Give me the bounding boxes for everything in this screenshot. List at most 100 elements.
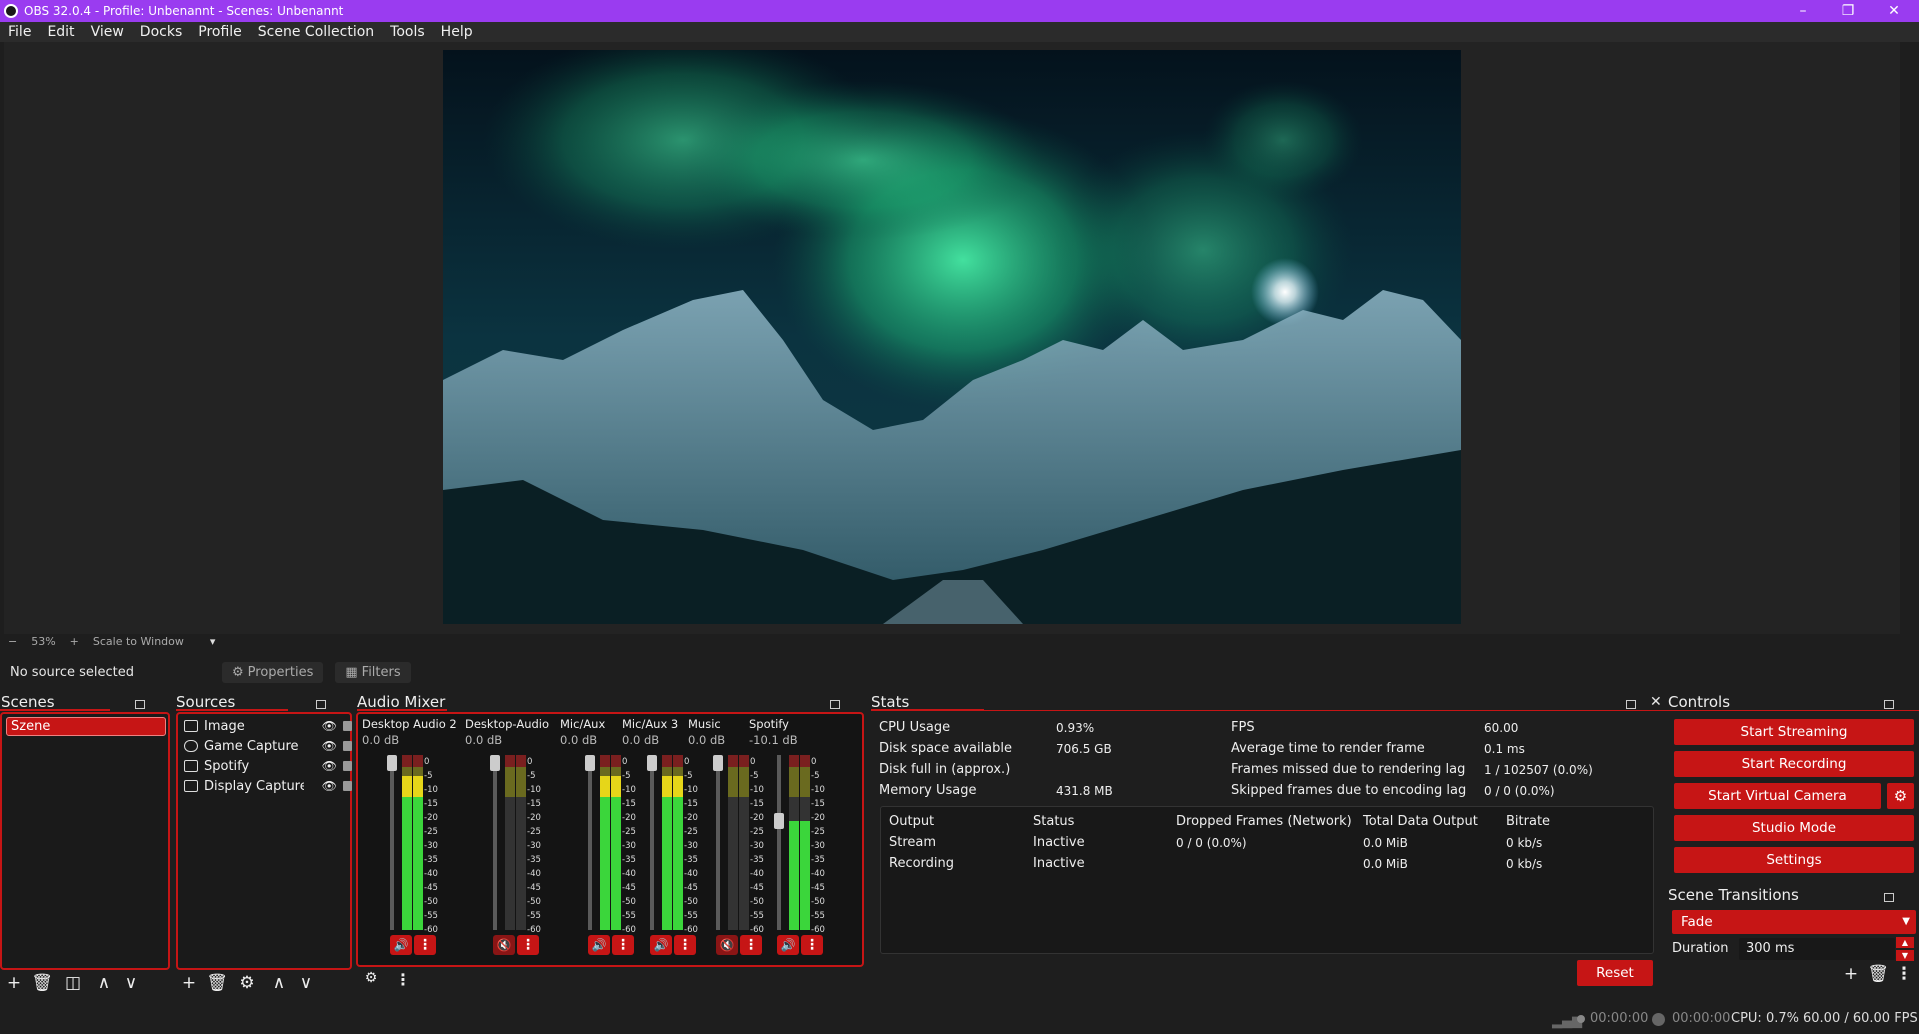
status-bar: ▂▄▆ 00:00:00 00:00:00 CPU: 0.7% 60.00 / …: [0, 1004, 1919, 1034]
source-item[interactable]: Game Capture 👁: [184, 737, 352, 755]
db-scale-tick: -55: [811, 911, 825, 921]
volume-slider-handle[interactable]: [490, 755, 500, 771]
speaker-icon[interactable]: 🔊: [390, 935, 412, 955]
db-scale-tick: -10: [622, 785, 636, 795]
volume-slider[interactable]: [585, 755, 595, 930]
move-source-down-button[interactable]: ∨: [295, 973, 317, 993]
undock-icon[interactable]: [1884, 893, 1894, 902]
volume-slider[interactable]: [713, 755, 723, 930]
properties-button[interactable]: ⚙ Properties: [222, 661, 324, 683]
scale-dropdown-icon[interactable]: ▾: [210, 635, 216, 648]
scenes-list[interactable]: [0, 712, 170, 970]
add-scene-button[interactable]: +: [3, 973, 25, 993]
db-scale-tick: -40: [750, 869, 764, 879]
remove-transition-button[interactable]: 🗑: [1867, 964, 1889, 984]
volume-slider-handle[interactable]: [774, 813, 784, 829]
volume-slider-handle[interactable]: [585, 755, 595, 771]
meter-red-zone: [789, 755, 799, 767]
close-window-button[interactable]: ✕: [1872, 0, 1916, 22]
scene-filters-button[interactable]: ◫: [62, 973, 84, 993]
volume-slider-handle[interactable]: [713, 755, 723, 771]
duration-down-icon[interactable]: ▼: [1896, 950, 1914, 961]
visibility-eye-icon[interactable]: 👁: [322, 739, 337, 753]
start-virtual-camera-button[interactable]: Start Virtual Camera: [1674, 783, 1881, 809]
move-scene-up-button[interactable]: ∧: [93, 973, 115, 993]
undock-icon[interactable]: [316, 700, 326, 709]
move-scene-down-button[interactable]: ∨: [120, 973, 142, 993]
meter-fill: [600, 776, 610, 930]
restore-button[interactable]: ❐: [1826, 0, 1870, 22]
muted-speaker-icon[interactable]: 🔇: [716, 935, 738, 955]
menu-tools[interactable]: Tools: [382, 24, 433, 40]
close-stats-icon[interactable]: ✕: [1650, 694, 1662, 710]
channel-menu-dots-icon[interactable]: ⋮: [414, 935, 436, 955]
undock-icon[interactable]: [1884, 700, 1894, 709]
scene-item[interactable]: Szene: [6, 717, 166, 736]
volume-slider[interactable]: [387, 755, 397, 930]
volume-slider[interactable]: [490, 755, 500, 930]
lock-icon[interactable]: [343, 721, 352, 731]
title-bar: OBS 32.0.4 - Profile: Unbenannt - Scenes…: [0, 0, 1919, 22]
remove-scene-button[interactable]: 🗑: [31, 973, 53, 993]
undock-icon[interactable]: [830, 700, 840, 709]
volume-slider[interactable]: [774, 755, 784, 930]
menu-edit[interactable]: Edit: [39, 24, 82, 40]
volume-slider-handle[interactable]: [387, 755, 397, 771]
visibility-eye-icon[interactable]: 👁: [322, 719, 337, 733]
undock-icon[interactable]: [135, 700, 145, 709]
menu-view[interactable]: View: [83, 24, 132, 40]
meter-fill: [611, 776, 621, 930]
visibility-eye-icon[interactable]: 👁: [322, 759, 337, 773]
muted-speaker-icon[interactable]: 🔇: [493, 935, 515, 955]
transition-menu-dots-icon[interactable]: ⋮: [1893, 964, 1915, 984]
speaker-icon[interactable]: 🔊: [650, 935, 672, 955]
duration-input[interactable]: 300 ms: [1739, 938, 1895, 960]
source-item[interactable]: Image 👁: [184, 717, 352, 735]
channel-menu-dots-icon[interactable]: ⋮: [801, 935, 823, 955]
lock-icon[interactable]: [343, 781, 352, 791]
transition-select[interactable]: Fade ▼: [1672, 910, 1916, 934]
start-recording-button[interactable]: Start Recording: [1674, 751, 1914, 777]
undock-icon[interactable]: [1626, 700, 1636, 709]
move-source-up-button[interactable]: ∧: [268, 973, 290, 993]
volume-slider[interactable]: [647, 755, 657, 930]
source-item[interactable]: Display Capture 👁: [184, 777, 352, 795]
zoom-in-button[interactable]: +: [70, 635, 79, 648]
menu-help[interactable]: Help: [433, 24, 481, 40]
mixer-settings-gear-icon[interactable]: ⚙: [360, 970, 382, 986]
speaker-icon[interactable]: 🔊: [588, 935, 610, 955]
zoom-out-button[interactable]: −: [8, 635, 17, 648]
channel-menu-dots-icon[interactable]: ⋮: [612, 935, 634, 955]
virtual-camera-settings-gear-icon[interactable]: ⚙: [1887, 783, 1914, 809]
filters-button[interactable]: ▦ Filters: [335, 661, 411, 683]
add-transition-button[interactable]: +: [1840, 964, 1862, 984]
mixer-menu-dots-icon[interactable]: ⋮: [392, 970, 414, 989]
studio-mode-button[interactable]: Studio Mode: [1674, 815, 1914, 841]
menu-scene-collection[interactable]: Scene Collection: [250, 24, 382, 40]
add-source-button[interactable]: +: [178, 973, 200, 993]
source-properties-button[interactable]: ⚙: [236, 973, 258, 993]
reset-stats-button[interactable]: Reset: [1577, 960, 1653, 986]
remove-source-button[interactable]: 🗑: [206, 973, 228, 993]
duration-up-icon[interactable]: ▲: [1896, 937, 1914, 948]
stat-label: Memory Usage: [879, 783, 977, 798]
db-scale: 0 -5 -10 -15 -20 -25 -30 -35 -40 -45 -50 -55 -60: [622, 755, 636, 937]
settings-button[interactable]: Settings: [1674, 847, 1914, 873]
minimize-button[interactable]: –: [1781, 0, 1825, 22]
speaker-icon[interactable]: 🔊: [777, 935, 799, 955]
menu-docks[interactable]: Docks: [132, 24, 190, 40]
channel-menu-dots-icon[interactable]: ⋮: [517, 935, 539, 955]
menu-profile[interactable]: Profile: [190, 24, 250, 40]
filters-label: Filters: [361, 664, 401, 680]
lock-icon[interactable]: [343, 741, 352, 751]
start-streaming-button[interactable]: Start Streaming: [1674, 719, 1914, 745]
visibility-eye-icon[interactable]: 👁: [322, 779, 337, 793]
menu-file[interactable]: File: [0, 24, 39, 40]
db-scale-tick: -15: [622, 799, 636, 809]
source-item[interactable]: Spotify 👁: [184, 757, 352, 775]
channel-menu-dots-icon[interactable]: ⋮: [740, 935, 762, 955]
volume-slider-handle[interactable]: [647, 755, 657, 771]
channel-menu-dots-icon[interactable]: ⋮: [674, 935, 696, 955]
db-scale-tick: -10: [750, 785, 764, 795]
lock-icon[interactable]: [343, 761, 352, 771]
